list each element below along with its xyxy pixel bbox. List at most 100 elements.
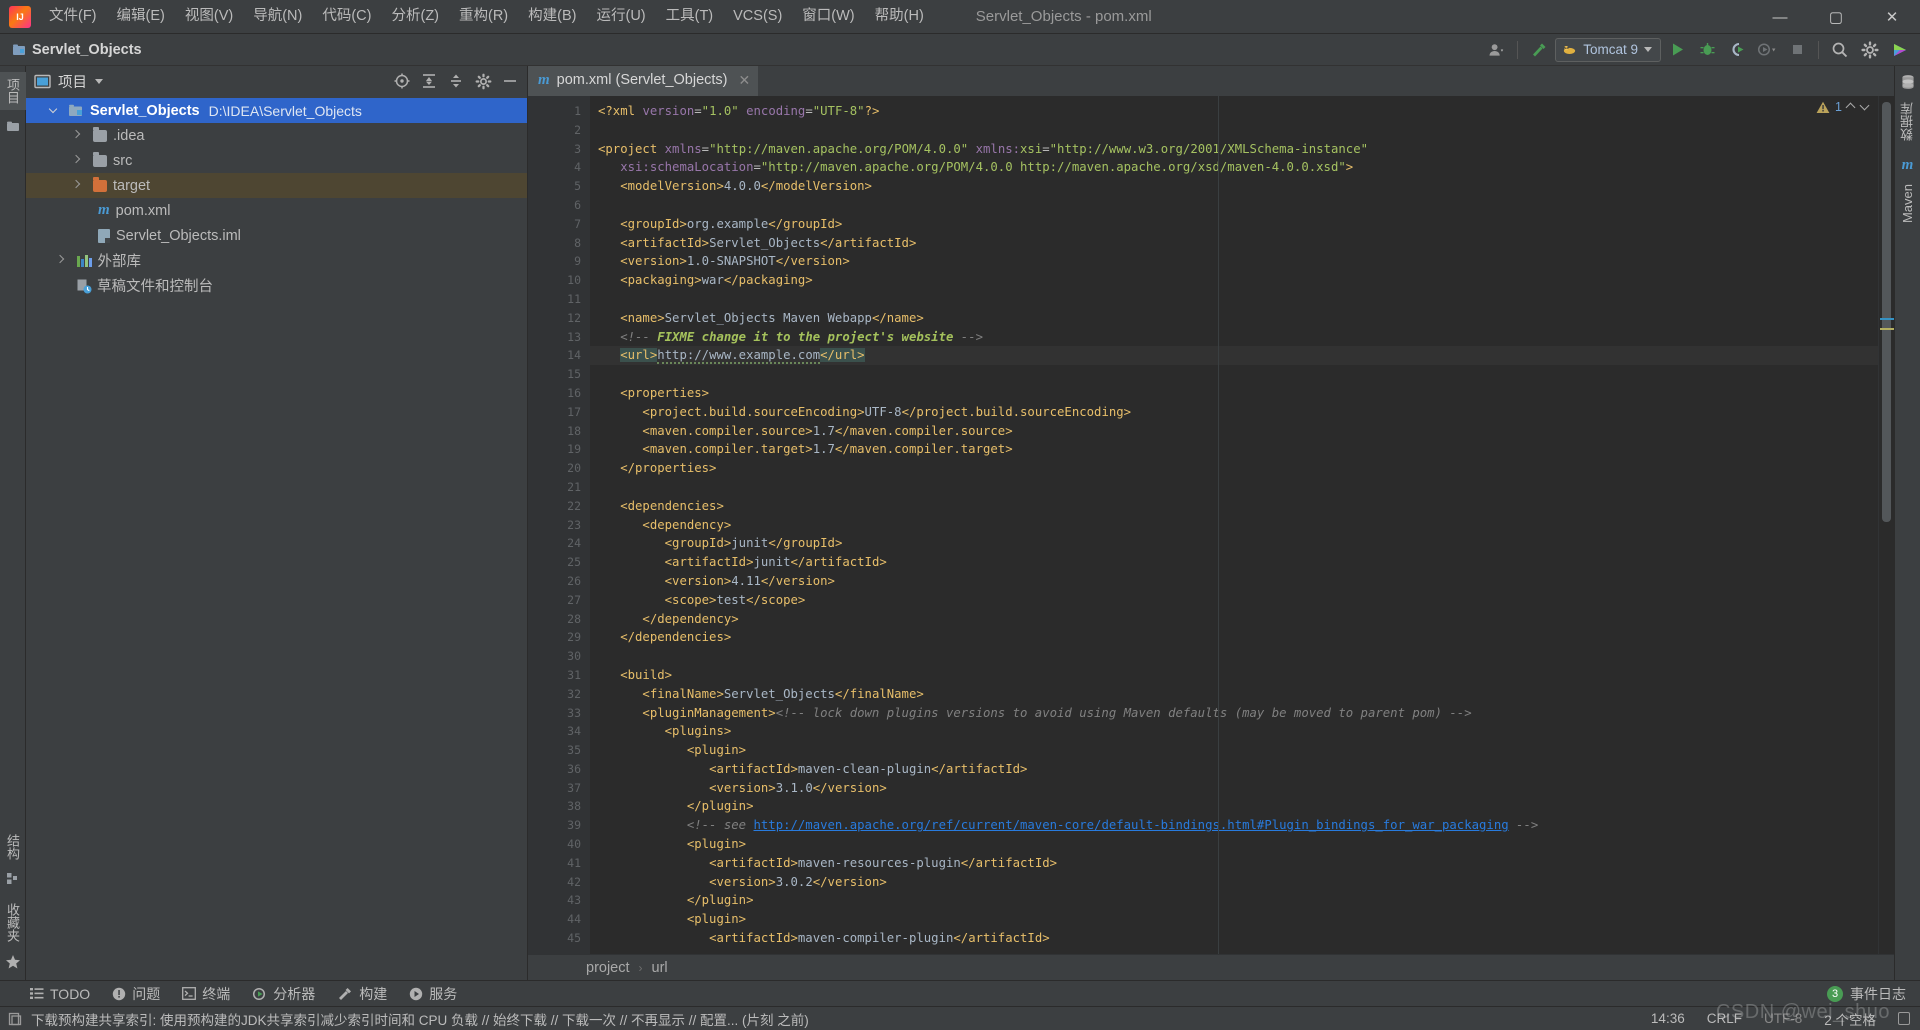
code-line[interactable]: <plugin>: [590, 910, 1878, 929]
tree-node-idea[interactable]: .idea: [26, 123, 527, 148]
menu-help[interactable]: 帮助(H): [865, 5, 934, 28]
tree-node-src[interactable]: src: [26, 148, 527, 173]
code-line[interactable]: </properties>: [590, 459, 1878, 478]
code-line[interactable]: [590, 647, 1878, 666]
tool-window-problems[interactable]: 问题: [112, 984, 160, 1004]
chevron-right-icon[interactable]: [70, 179, 83, 192]
settings-icon[interactable]: [1856, 37, 1884, 63]
code-line[interactable]: <artifactId>maven-resources-plugin</arti…: [590, 854, 1878, 873]
collapse-all-icon[interactable]: [443, 69, 469, 93]
menu-tools[interactable]: 工具(T): [656, 5, 724, 28]
code-line[interactable]: [590, 121, 1878, 140]
debug-icon[interactable]: [1693, 37, 1721, 63]
menu-navigate[interactable]: 导航(N): [243, 5, 312, 28]
code-line[interactable]: <artifactId>Servlet_Objects</artifactId>: [590, 234, 1878, 253]
tool-tab-bookmarks[interactable]: [6, 120, 20, 133]
code-line[interactable]: <groupId>junit</groupId>: [590, 534, 1878, 553]
updates-icon[interactable]: [1886, 37, 1914, 63]
code-line[interactable]: <name>Servlet_Objects Maven Webapp</name…: [590, 309, 1878, 328]
breadcrumb-item-project[interactable]: project: [586, 960, 630, 976]
locate-icon[interactable]: [389, 69, 415, 93]
code-line[interactable]: </dependency>: [590, 610, 1878, 629]
code-line[interactable]: xsi:schemaLocation="http://maven.apache.…: [590, 158, 1878, 177]
code-line[interactable]: <packaging>war</packaging>: [590, 271, 1878, 290]
chevron-right-icon[interactable]: [54, 254, 67, 267]
tree-node-pom-xml[interactable]: m pom.xml: [26, 198, 527, 223]
code-line[interactable]: <modelVersion>4.0.0</modelVersion>: [590, 177, 1878, 196]
code-line[interactable]: <finalName>Servlet_Objects</finalName>: [590, 685, 1878, 704]
gear-icon[interactable]: [470, 69, 496, 93]
tree-node-target[interactable]: target: [26, 173, 527, 198]
code-line[interactable]: <version>3.0.2</version>: [590, 873, 1878, 892]
navigation-bar[interactable]: Servlet_Objects: [0, 42, 142, 58]
user-icon[interactable]: [1482, 37, 1510, 63]
run-icon[interactable]: [1663, 37, 1691, 63]
chevron-down-icon[interactable]: [48, 104, 61, 117]
run-with-coverage-icon[interactable]: [1723, 37, 1751, 63]
code-editor[interactable]: 1 2 3 4 5 6 7 8 9 10 11 12 13 14 15 16 17 18 19 20 21 22 23 24 2…: [528, 96, 1894, 954]
tool-window-todo[interactable]: TODO: [30, 986, 90, 1002]
code-line[interactable]: <?xml version="1.0" encoding="UTF-8"?>: [590, 102, 1878, 121]
editor-tab-pom-xml[interactable]: m pom.xml (Servlet_Objects) ✕: [528, 66, 759, 96]
menu-vcs[interactable]: VCS(S): [723, 5, 792, 28]
hide-icon[interactable]: [497, 69, 523, 93]
code-line[interactable]: <maven.compiler.source>1.7</maven.compil…: [590, 422, 1878, 441]
code-line[interactable]: [590, 478, 1878, 497]
lock-icon[interactable]: [1898, 1012, 1910, 1025]
tool-tab-database[interactable]: 数据库: [1894, 96, 1920, 147]
close-button[interactable]: ✕: [1864, 0, 1920, 34]
event-log-widget[interactable]: 3 事件日志: [1827, 984, 1906, 1004]
close-icon[interactable]: ✕: [739, 72, 751, 89]
code-line[interactable]: <artifactId>maven-compiler-plugin</artif…: [590, 929, 1878, 948]
minimize-button[interactable]: —: [1752, 0, 1808, 34]
tool-tab-maven[interactable]: Maven: [1896, 178, 1919, 229]
code-content[interactable]: <?xml version="1.0" encoding="UTF-8"?> <…: [590, 96, 1878, 954]
status-encoding[interactable]: UTF-8: [1764, 1011, 1802, 1026]
code-line[interactable]: <artifactId>junit</artifactId>: [590, 553, 1878, 572]
code-line[interactable]: <version>4.11</version>: [590, 572, 1878, 591]
profiler-icon[interactable]: [1753, 37, 1781, 63]
hammer-icon[interactable]: [1525, 37, 1553, 63]
menu-build[interactable]: 构建(B): [518, 5, 586, 28]
code-line[interactable]: </plugin>: [590, 891, 1878, 910]
chevron-right-icon[interactable]: [70, 129, 83, 142]
navbar-project-name[interactable]: Servlet_Objects: [32, 42, 142, 58]
chevron-down-icon[interactable]: [1644, 47, 1652, 52]
code-line[interactable]: <groupId>org.example</groupId>: [590, 215, 1878, 234]
tool-window-services[interactable]: 服务: [409, 984, 457, 1004]
expand-all-icon[interactable]: [416, 69, 442, 93]
code-line[interactable]: <pluginManagement><!-- lock down plugins…: [590, 704, 1878, 723]
run-configuration-selector[interactable]: Tomcat 9: [1555, 37, 1661, 62]
menu-window[interactable]: 窗口(W): [792, 5, 864, 28]
next-problem-icon[interactable]: [1861, 103, 1870, 112]
code-line[interactable]: <version>1.0-SNAPSHOT</version>: [590, 252, 1878, 271]
tool-window-profiler[interactable]: 分析器: [252, 984, 315, 1004]
tree-node-scratches[interactable]: 草稿文件和控制台: [26, 273, 527, 298]
menu-code[interactable]: 代码(C): [312, 5, 381, 28]
code-line[interactable]: <plugin>: [590, 741, 1878, 760]
tool-tab-favorites[interactable]: 收藏夹: [0, 897, 26, 948]
code-line[interactable]: <properties>: [590, 384, 1878, 403]
project-view-chevron-down-icon[interactable]: [95, 78, 103, 84]
maximize-button[interactable]: ▢: [1808, 0, 1864, 34]
code-line[interactable]: [590, 196, 1878, 215]
tool-window-terminal[interactable]: 终端: [182, 984, 230, 1004]
menu-file[interactable]: 文件(F): [39, 5, 107, 28]
code-line[interactable]: [590, 290, 1878, 309]
code-line[interactable]: <project xmlns="http://maven.apache.org/…: [590, 140, 1878, 159]
code-line[interactable]: <url>http://www.example.com</url>: [590, 346, 1878, 366]
code-line[interactable]: <maven.compiler.target>1.7</maven.compil…: [590, 440, 1878, 459]
tool-tab-project[interactable]: 项目: [0, 72, 26, 110]
breadcrumb-item-url[interactable]: url: [652, 960, 668, 976]
code-line[interactable]: </plugin>: [590, 797, 1878, 816]
search-everywhere-icon[interactable]: [1826, 37, 1854, 63]
tree-node-iml[interactable]: Servlet_Objects.iml: [26, 223, 527, 248]
menu-run[interactable]: 运行(U): [586, 5, 655, 28]
code-line[interactable]: <build>: [590, 666, 1878, 685]
code-line[interactable]: <plugin>: [590, 835, 1878, 854]
code-line[interactable]: <!-- see http://maven.apache.org/ref/cur…: [590, 816, 1878, 835]
inspection-widget[interactable]: 1: [1810, 98, 1876, 116]
code-line[interactable]: <version>3.1.0</version>: [590, 779, 1878, 798]
code-line[interactable]: <!-- FIXME change it to the project's we…: [590, 328, 1878, 347]
editor-scrollbar[interactable]: [1878, 96, 1894, 954]
